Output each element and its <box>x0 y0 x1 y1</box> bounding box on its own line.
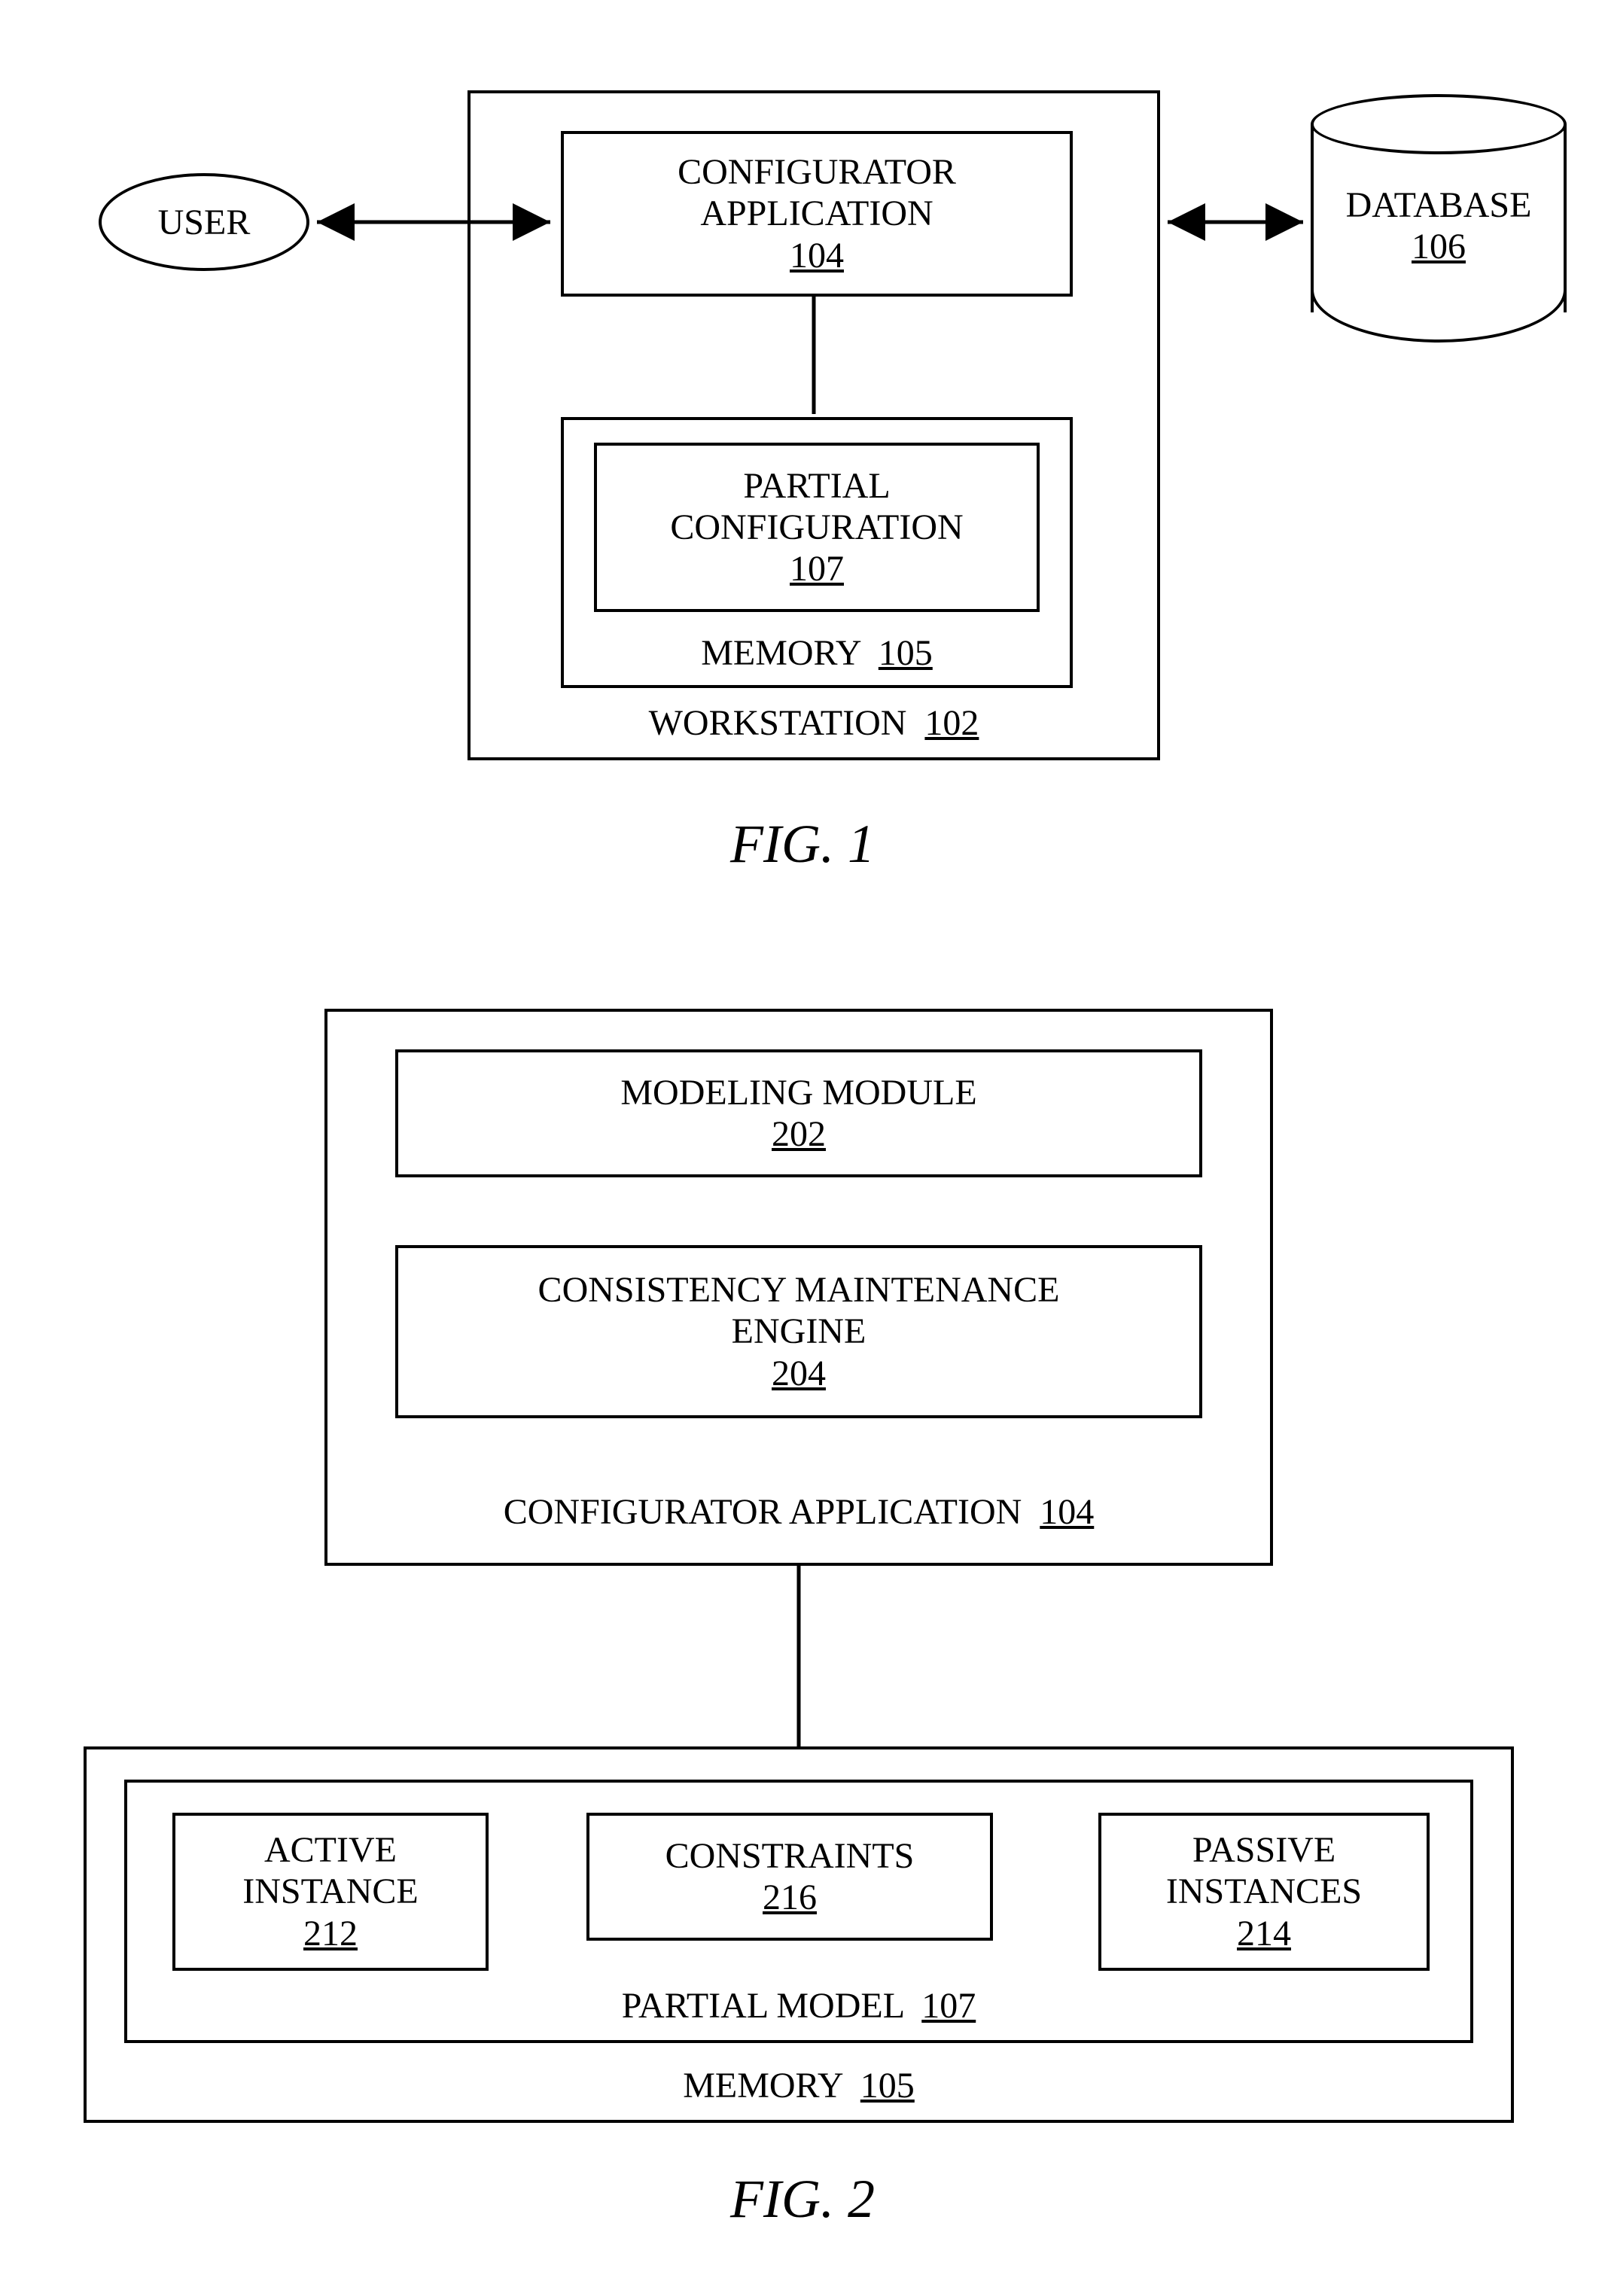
active-instance-label: ACTIVE INSTANCE <box>242 1829 418 1912</box>
line-configurator-memory <box>806 294 821 418</box>
figure-2-caption: FIG. 2 <box>31 2168 1574 2231</box>
database-cylinder: DATABASE 106 <box>1311 94 1567 343</box>
constraints-ref: 216 <box>763 1877 817 1918</box>
partial-configuration-ref: 107 <box>790 548 844 589</box>
configurator-application-label: CONFIGURATOR APPLICATION <box>504 1492 1022 1532</box>
passive-instances-ref: 214 <box>1237 1913 1291 1954</box>
active-instance-ref: 212 <box>303 1913 358 1954</box>
configurator-application-box: CONFIGURATOR APPLICATION 104 <box>561 131 1073 297</box>
database-label: DATABASE <box>1311 184 1567 226</box>
workstation-ref: 102 <box>924 703 979 743</box>
partial-configuration-box: PARTIAL CONFIGURATION 107 <box>594 443 1040 612</box>
passive-instances-label: PASSIVE INSTANCES <box>1166 1829 1362 1912</box>
database-text: DATABASE 106 <box>1311 184 1567 267</box>
configurator-application-label-row: CONFIGURATOR APPLICATION 104 <box>327 1491 1270 1533</box>
modeling-module-label: MODELING MODULE <box>620 1072 976 1113</box>
modeling-module-ref: 202 <box>772 1113 826 1155</box>
memory-label-row: MEMORY 105 <box>564 632 1070 674</box>
workstation-label-row: WORKSTATION 102 <box>471 702 1157 744</box>
line-configurator-memory <box>791 1566 806 1750</box>
active-instance-box: ACTIVE INSTANCE 212 <box>172 1813 489 1971</box>
partial-model-label-row: PARTIAL MODEL 107 <box>127 1985 1470 2027</box>
partial-model-box: ACTIVE INSTANCE 212 CONSTRAINTS 216 PASS… <box>124 1780 1473 2043</box>
workstation-label: WORKSTATION <box>649 703 907 743</box>
memory-label: MEMORY <box>701 633 860 673</box>
configurator-application-ref: 104 <box>790 235 844 276</box>
figure-1-caption: FIG. 1 <box>31 813 1574 875</box>
passive-instances-box: PASSIVE INSTANCES 214 <box>1098 1813 1430 1971</box>
user-node: USER <box>99 173 309 271</box>
consistency-engine-ref: 204 <box>772 1353 826 1394</box>
figure-2: MODELING MODULE 202 CONSISTENCY MAINTENA… <box>31 994 1574 2221</box>
constraints-label: CONSTRAINTS <box>665 1835 915 1877</box>
partial-model-ref: 107 <box>921 1986 976 2026</box>
constraints-box: CONSTRAINTS 216 <box>586 1813 993 1941</box>
configurator-application-outer-box: MODELING MODULE 202 CONSISTENCY MAINTENA… <box>324 1009 1273 1566</box>
configurator-application-ref: 104 <box>1040 1492 1094 1532</box>
user-label: USER <box>158 202 251 243</box>
database-ref: 106 <box>1311 226 1567 267</box>
modeling-module-box: MODELING MODULE 202 <box>395 1049 1202 1177</box>
memory-ref: 105 <box>860 2066 915 2106</box>
configurator-application-label: CONFIGURATOR APPLICATION <box>678 151 956 234</box>
workstation-box: CONFIGURATOR APPLICATION 104 PARTIAL CON… <box>467 90 1160 760</box>
memory-label-row: MEMORY 105 <box>87 2065 1511 2106</box>
memory-outer-box: ACTIVE INSTANCE 212 CONSTRAINTS 216 PASS… <box>84 1746 1514 2123</box>
memory-box: PARTIAL CONFIGURATION 107 MEMORY 105 <box>561 417 1073 688</box>
arrow-configurator-database <box>1160 207 1311 237</box>
consistency-engine-box: CONSISTENCY MAINTENANCE ENGINE 204 <box>395 1245 1202 1418</box>
figure-1: USER CONFIGURATOR APPLICATION 104 PARTIA… <box>31 30 1574 933</box>
partial-configuration-label: PARTIAL CONFIGURATION <box>670 465 963 548</box>
memory-ref: 105 <box>879 633 933 673</box>
consistency-engine-label: CONSISTENCY MAINTENANCE ENGINE <box>538 1269 1060 1352</box>
memory-label: MEMORY <box>683 2066 842 2106</box>
partial-model-label: PARTIAL MODEL <box>622 1986 903 2026</box>
arrow-user-configurator <box>309 207 558 237</box>
